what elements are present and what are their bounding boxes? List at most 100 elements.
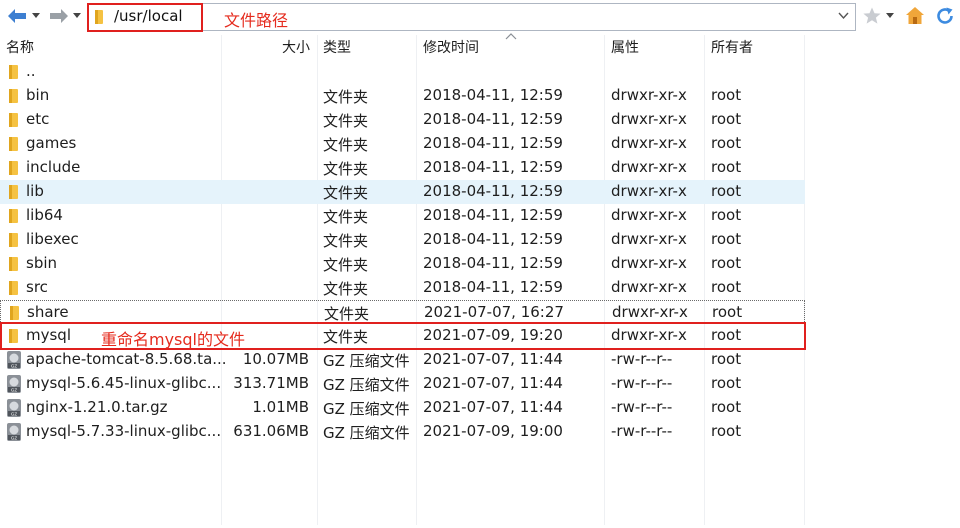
column-owner[interactable]: 所有者 bbox=[711, 37, 753, 57]
file-attributes: -rw-r--r-- bbox=[611, 350, 673, 368]
folder-icon bbox=[9, 233, 18, 247]
file-name[interactable]: lib bbox=[26, 182, 44, 200]
svg-text:GZ: GZ bbox=[11, 435, 18, 440]
chevron-down-icon[interactable] bbox=[838, 12, 849, 20]
file-type: 文件夹 bbox=[323, 88, 369, 106]
file-type: 文件夹 bbox=[323, 136, 369, 154]
file-name[interactable]: libexec bbox=[26, 230, 79, 248]
home-icon[interactable] bbox=[905, 6, 925, 25]
file-owner: root bbox=[711, 398, 742, 416]
file-row[interactable]: GZ apache-tomcat-8.5.68.ta... 10.07MB GZ 压缩… bbox=[0, 348, 805, 372]
svg-text:GZ: GZ bbox=[11, 363, 18, 368]
sort-ascending-icon bbox=[505, 33, 517, 40]
file-row[interactable]: GZ nginx-1.21.0.tar.gz 1.01MB GZ 压缩文件 2021-0… bbox=[0, 396, 805, 420]
folder-icon bbox=[9, 113, 18, 127]
column-modified[interactable]: 修改时间 bbox=[423, 37, 479, 57]
file-type: GZ 压缩文件 bbox=[323, 352, 410, 370]
column-size[interactable]: 大小 bbox=[282, 37, 310, 57]
column-header: 名称 大小 类型 修改时间 属性 所有者 bbox=[0, 34, 805, 59]
file-attributes: drwxr-xr-x bbox=[611, 158, 687, 176]
file-name[interactable]: mysql-5.7.33-linux-glibc... bbox=[26, 422, 221, 440]
column-type[interactable]: 类型 bbox=[323, 37, 351, 57]
refresh-icon[interactable] bbox=[934, 5, 956, 27]
forward-history-dropdown-icon[interactable] bbox=[73, 13, 81, 19]
file-name[interactable]: games bbox=[26, 134, 76, 152]
file-name[interactable]: .. bbox=[26, 62, 36, 80]
file-name[interactable]: mysql-5.6.45-linux-glibc... bbox=[26, 374, 221, 392]
file-row[interactable]: libexec 文件夹 2018-04-11, 12:59 drwxr-xr-x roo… bbox=[0, 228, 805, 252]
bookmark-dropdown-icon[interactable] bbox=[886, 13, 894, 19]
file-name[interactable]: share bbox=[27, 303, 69, 321]
file-attributes: drwxr-xr-x bbox=[611, 230, 687, 248]
forward-arrow-icon[interactable] bbox=[48, 7, 70, 25]
file-row[interactable]: lib64 文件夹 2018-04-11, 12:59 drwxr-xr-x root bbox=[0, 204, 805, 228]
file-type: 文件夹 bbox=[323, 208, 369, 226]
file-name[interactable]: apache-tomcat-8.5.68.ta... bbox=[26, 350, 227, 368]
file-modified: 2021-07-07, 11:44 bbox=[423, 350, 563, 368]
star-icon[interactable] bbox=[862, 6, 882, 26]
file-type: GZ 压缩文件 bbox=[323, 376, 410, 394]
file-name[interactable]: src bbox=[26, 278, 48, 296]
file-type: 文件夹 bbox=[323, 256, 369, 274]
file-row[interactable]: sbin 文件夹 2018-04-11, 12:59 drwxr-xr-x root bbox=[0, 252, 805, 276]
file-attributes: drwxr-xr-x bbox=[611, 278, 687, 296]
file-attributes: drwxr-xr-x bbox=[611, 182, 687, 200]
file-modified: 2021-07-07, 11:44 bbox=[423, 374, 563, 392]
file-owner: root bbox=[711, 374, 742, 392]
file-row[interactable]: GZ mysql-5.6.45-linux-glibc... 313.71MB GZ … bbox=[0, 372, 805, 396]
file-modified: 2018-04-11, 12:59 bbox=[423, 206, 563, 224]
file-name[interactable]: sbin bbox=[26, 254, 57, 272]
file-owner: root bbox=[711, 278, 742, 296]
file-type: 文件夹 bbox=[323, 112, 369, 130]
file-row[interactable]: lib 文件夹 2018-04-11, 12:59 drwxr-xr-x root bbox=[0, 180, 805, 204]
path-annotation-label: 文件路径 bbox=[224, 11, 289, 30]
file-attributes: -rw-r--r-- bbox=[611, 422, 673, 440]
file-modified: 2021-07-07, 11:44 bbox=[423, 398, 563, 416]
folder-icon bbox=[9, 89, 18, 103]
svg-text:GZ: GZ bbox=[11, 411, 18, 416]
file-size: 631.06MB bbox=[233, 422, 309, 440]
file-attributes: -rw-r--r-- bbox=[611, 374, 673, 392]
folder-icon bbox=[9, 161, 18, 175]
gz-archive-icon: GZ bbox=[7, 351, 21, 369]
file-attributes: drwxr-xr-x bbox=[612, 303, 688, 321]
file-type: 文件夹 bbox=[323, 232, 369, 250]
file-row[interactable]: .. bbox=[0, 60, 805, 84]
folder-icon bbox=[9, 65, 18, 79]
column-attributes[interactable]: 属性 bbox=[611, 37, 639, 57]
file-name[interactable]: nginx-1.21.0.tar.gz bbox=[26, 398, 168, 416]
file-modified: 2018-04-11, 12:59 bbox=[423, 86, 563, 104]
file-row[interactable]: include 文件夹 2018-04-11, 12:59 drwxr-xr-x roo… bbox=[0, 156, 805, 180]
file-type: 文件夹 bbox=[323, 160, 369, 178]
file-row[interactable]: bin 文件夹 2018-04-11, 12:59 drwxr-xr-x root bbox=[0, 84, 805, 108]
gz-archive-icon: GZ bbox=[7, 375, 21, 393]
file-attributes: drwxr-xr-x bbox=[611, 206, 687, 224]
file-name[interactable]: etc bbox=[26, 110, 49, 128]
file-attributes: -rw-r--r-- bbox=[611, 398, 673, 416]
file-row[interactable]: src 文件夹 2018-04-11, 12:59 drwxr-xr-x root bbox=[0, 276, 805, 300]
file-modified: 2018-04-11, 12:59 bbox=[423, 254, 563, 272]
file-row[interactable]: share 文件夹 2021-07-07, 16:27 drwxr-xr-x root bbox=[0, 300, 805, 324]
file-owner: root bbox=[712, 303, 743, 321]
file-owner: root bbox=[711, 206, 742, 224]
back-arrow-icon[interactable] bbox=[6, 7, 28, 25]
file-owner: root bbox=[711, 86, 742, 104]
file-name[interactable]: bin bbox=[26, 86, 49, 104]
file-row[interactable]: games 文件夹 2018-04-11, 12:59 drwxr-xr-x root bbox=[0, 132, 805, 156]
folder-icon bbox=[9, 185, 18, 199]
file-owner: root bbox=[711, 182, 742, 200]
file-modified: 2021-07-09, 19:00 bbox=[423, 422, 563, 440]
folder-icon bbox=[9, 281, 18, 295]
file-name[interactable]: include bbox=[26, 158, 80, 176]
file-modified: 2018-04-11, 12:59 bbox=[423, 110, 563, 128]
column-name[interactable]: 名称 bbox=[6, 37, 34, 57]
file-owner: root bbox=[711, 134, 742, 152]
back-history-dropdown-icon[interactable] bbox=[32, 13, 40, 19]
file-type: 文件夹 bbox=[323, 280, 369, 298]
folder-icon bbox=[10, 306, 19, 320]
file-row[interactable]: GZ mysql-5.7.33-linux-glibc... 631.06MB GZ … bbox=[0, 420, 805, 444]
file-name[interactable]: lib64 bbox=[26, 206, 63, 224]
file-row[interactable]: etc 文件夹 2018-04-11, 12:59 drwxr-xr-x root bbox=[0, 108, 805, 132]
svg-text:GZ: GZ bbox=[11, 387, 18, 392]
file-modified: 2021-07-07, 16:27 bbox=[424, 303, 564, 321]
